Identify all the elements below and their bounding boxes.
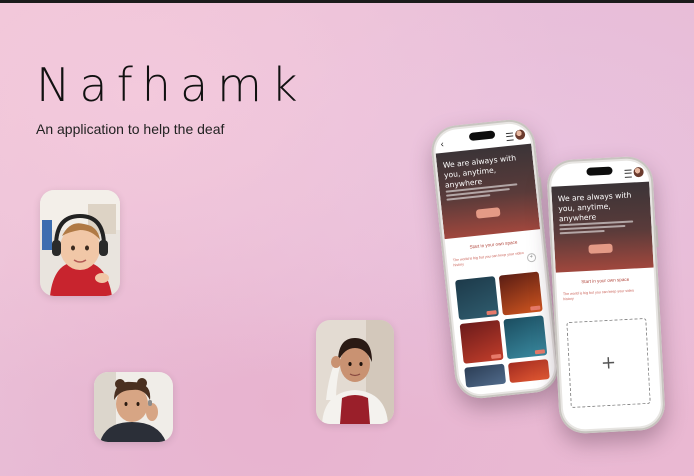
plus-icon[interactable]: + [600,352,616,374]
phone-screen: We are always with you, anytime, anywher… [550,159,662,431]
hero-title: We are always with you, anytime, anywher… [557,190,632,224]
profile-avatar[interactable] [633,166,644,178]
upload-dropzone[interactable]: + [566,317,651,408]
photo-boy-hearing-aid [94,372,173,442]
video-thumbnail[interactable] [503,315,548,360]
hero-cta-button[interactable] [588,243,613,254]
video-thumbnail[interactable] [498,271,543,316]
photo-child-headphones [40,190,120,296]
video-grid [455,271,550,388]
hero-banner: We are always with you, anytime, anywher… [435,143,541,240]
profile-avatar[interactable] [514,129,526,141]
add-video-icon[interactable]: + [526,252,537,263]
hero-cta-button[interactable] [475,207,501,219]
phone-screen: ‹ We are always with you, anytime, anywh… [433,121,557,397]
video-thumbnail[interactable] [507,359,550,384]
video-thumbnail[interactable] [464,363,507,388]
video-thumbnail[interactable] [459,319,504,364]
phone-side-button [538,176,543,199]
phone-side-button [655,225,659,248]
section-subtitle: The world is big but you can keep your v… [562,288,635,302]
hero-banner: We are always with you, anytime, anywher… [551,181,654,273]
section-title: Start in your own space [469,239,518,250]
back-arrow-icon[interactable]: ‹ [440,139,444,149]
section-title: Start in your own space [581,276,630,285]
video-thumbnail[interactable] [455,276,499,321]
top-border [0,0,694,3]
app-tagline: An application to help the deaf [36,121,225,137]
hamburger-menu-icon[interactable] [505,132,514,142]
photo-girl-ear [316,320,394,424]
dynamic-island [586,166,613,176]
section-subtitle: The world is big but you can keep your v… [452,250,524,268]
hamburger-menu-icon[interactable] [624,169,632,178]
phone-mockup-gallery: ‹ We are always with you, anytime, anywh… [428,117,562,401]
app-title: Nafhamk [36,58,307,112]
phone-mockup-upload: We are always with you, anytime, anywher… [545,155,667,435]
